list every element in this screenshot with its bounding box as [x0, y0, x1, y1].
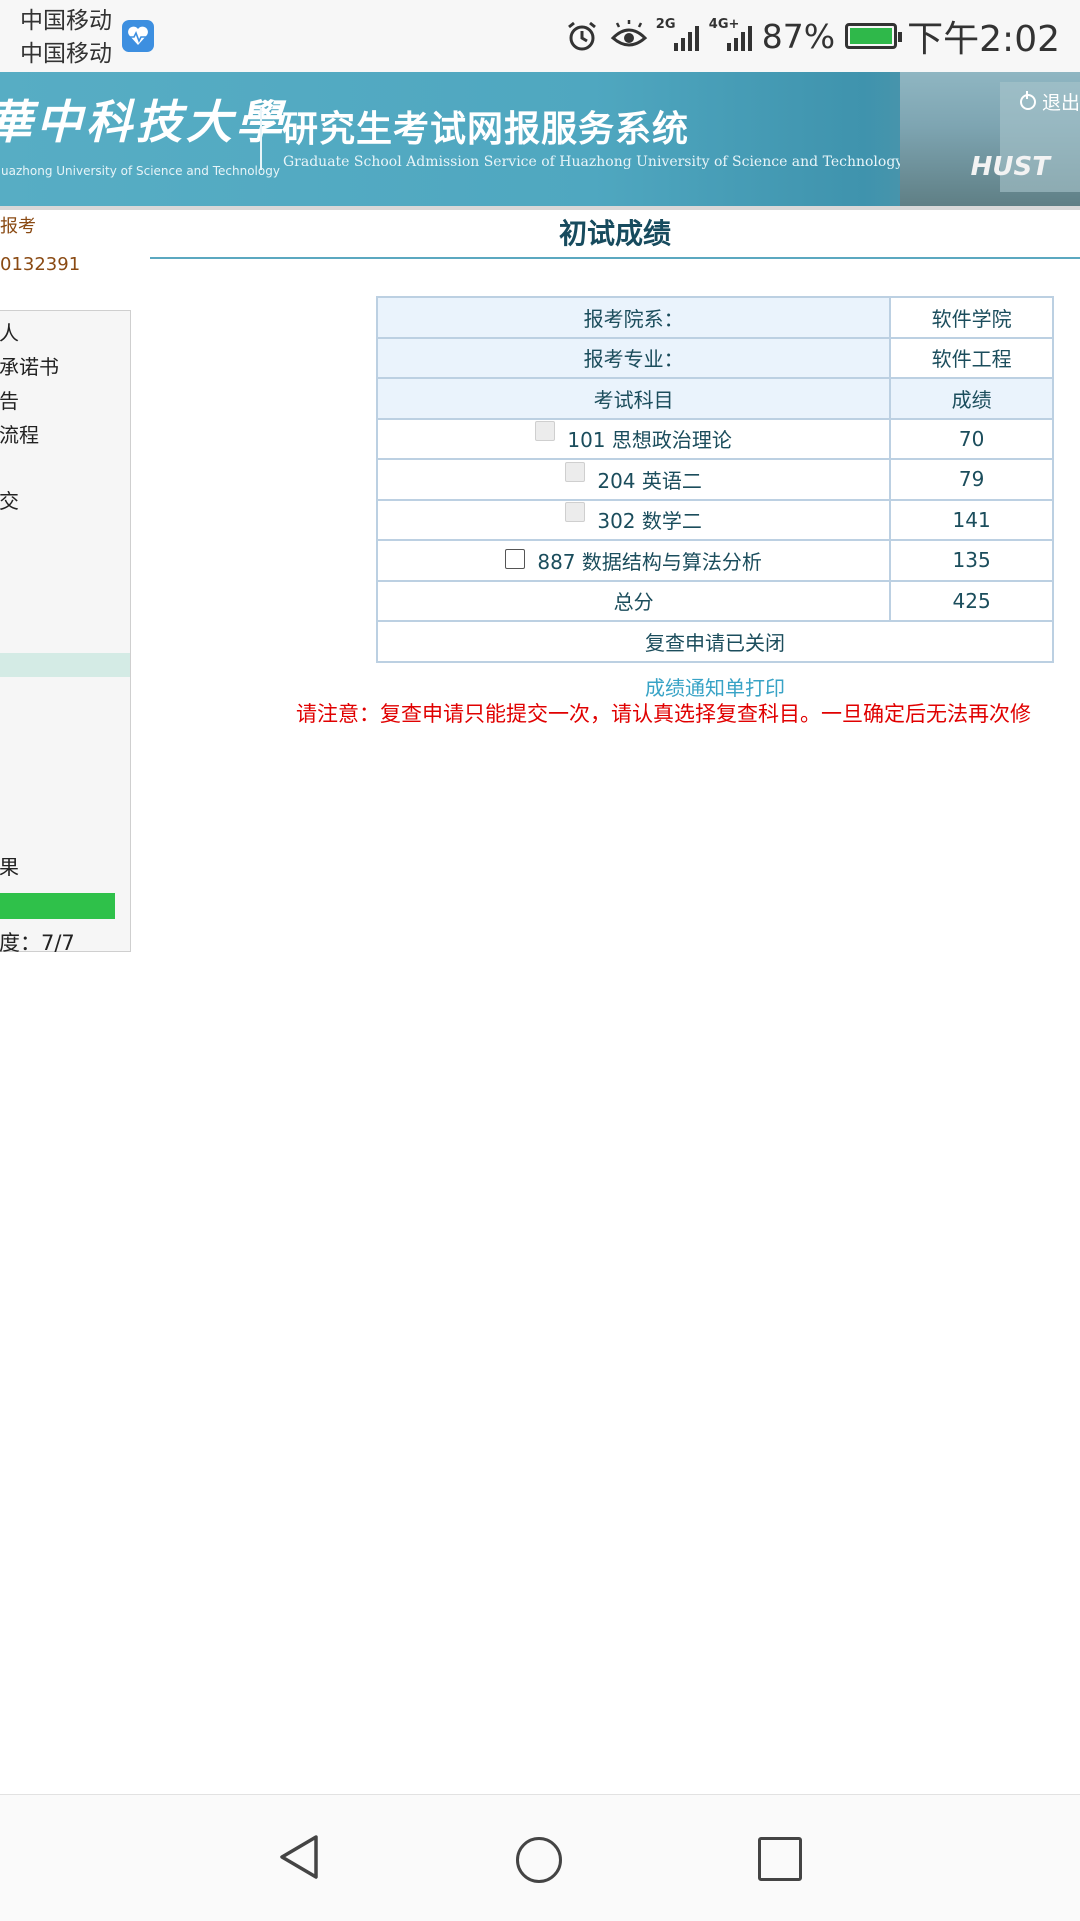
logout-button[interactable]: 退出: [1019, 88, 1080, 115]
review-checkbox-disabled: [535, 421, 556, 442]
battery-percent: 87%: [761, 16, 836, 56]
header-banner: 華中科技大學 Huazhong University of Science an…: [0, 72, 1080, 206]
table-row: 报考专业： 软件工程: [375, 336, 1054, 379]
signal-icon-2: 4G+: [709, 17, 752, 51]
score-table: 报考院系： 软件学院 报考专业： 软件工程 考试科目 成绩 101 思想政治理论…: [375, 296, 1054, 663]
review-checkbox[interactable]: [505, 548, 526, 569]
candidate-number: 0132391: [0, 254, 81, 275]
title-rule: [150, 257, 1080, 259]
dept-value: 软件学院: [889, 296, 1054, 339]
sidebar-item-active[interactable]: [0, 653, 130, 677]
home-icon[interactable]: [516, 1837, 562, 1883]
review-status-row: 复查申请已关闭: [376, 620, 1054, 663]
major-value: 软件工程: [889, 336, 1054, 379]
sidebar-item-5[interactable]: 交: [0, 485, 19, 514]
sidebar-item-1[interactable]: 人: [0, 317, 19, 346]
print-score-notice-link[interactable]: 成绩通知单打印: [376, 672, 1054, 701]
banner-divider: [260, 108, 262, 170]
table-row: 204 英语二 79: [375, 458, 1054, 501]
progress-label: 度：7/7: [0, 931, 75, 955]
table-row: 887 数据结构与算法分析 135: [375, 539, 1054, 582]
col-subject-header: 考试科目: [375, 377, 892, 420]
recent-apps-icon[interactable]: [758, 1837, 802, 1881]
clock: 下午2:02: [907, 19, 1060, 60]
progress-bar: [0, 893, 115, 919]
system-title: 研究生考试网报服务系统: [282, 108, 690, 150]
university-logo-text: 華中科技大學: [0, 95, 286, 149]
sidebar-item-result[interactable]: 果: [0, 851, 19, 880]
subject-name: 101 思想政治理论: [567, 428, 732, 453]
review-notice: 请注意：复查申请只能提交一次，请认真选择复查科目。一旦确定后无法再次修: [296, 702, 1031, 726]
review-checkbox-disabled: [565, 461, 586, 482]
battery-icon: [845, 23, 903, 49]
sidebar-menu: 人 承诺书 告 流程 交 果 度：7/7: [0, 310, 131, 955]
subject-name: 887 数据结构与算法分析: [537, 549, 762, 574]
subject-name: 302 数学二: [597, 509, 702, 534]
total-row: 总分 425: [375, 579, 1054, 622]
score-cell: 135: [889, 539, 1054, 582]
carrier-label-1: 中国移动: [20, 8, 112, 34]
page-title: 初试成绩: [558, 217, 671, 250]
university-english-name: Huazhong University of Science and Techn…: [0, 164, 280, 178]
table-row: 101 思想政治理论 70: [375, 417, 1054, 460]
back-icon[interactable]: [276, 1833, 324, 1881]
total-value: 425: [889, 579, 1054, 622]
subject-cell: 204 英语二: [375, 458, 892, 501]
alarm-icon: [564, 18, 600, 54]
system-nav-bar: [0, 1794, 1080, 1921]
power-icon: [1019, 90, 1036, 110]
sidebar-apply-label: 报考: [0, 216, 36, 237]
col-score-header: 成绩: [889, 377, 1054, 420]
review-checkbox-disabled: [565, 502, 586, 523]
subject-cell: 101 思想政治理论: [375, 417, 892, 460]
score-cell: 141: [889, 498, 1054, 541]
review-status: 复查申请已关闭: [376, 620, 1054, 663]
banner-bottom-rule: [0, 206, 1080, 210]
system-english-title: Graduate School Admission Service of Hua…: [283, 154, 904, 170]
score-cell: 79: [889, 458, 1054, 501]
health-app-icon: [122, 20, 154, 52]
hust-logo-mark: HUST: [970, 152, 1050, 182]
sidebar-item-3[interactable]: 告: [0, 385, 19, 414]
eye-comfort-icon: [610, 18, 647, 54]
logout-label: 退出: [1041, 92, 1080, 114]
table-row: 302 数学二 141: [375, 498, 1054, 541]
score-cell: 70: [889, 417, 1054, 460]
table-header-row: 考试科目 成绩: [375, 377, 1054, 420]
subject-cell: 887 数据结构与算法分析: [375, 539, 892, 582]
subject-cell: 302 数学二: [375, 498, 892, 541]
status-bar: 中国移动 中国移动 2G 4G+ 87% 下午2:02: [0, 0, 1080, 72]
signal-type-2: 4G+: [708, 17, 740, 32]
subject-name: 204 英语二: [597, 468, 702, 493]
signal-type-1: 2G: [655, 17, 676, 32]
table-row: 报考院系： 软件学院: [375, 296, 1054, 339]
sidebar-item-2[interactable]: 承诺书: [0, 351, 59, 380]
signal-icon-1: 2G: [656, 17, 699, 51]
total-label: 总分: [375, 579, 892, 622]
major-label: 报考专业：: [375, 336, 892, 379]
dept-label: 报考院系：: [375, 296, 892, 339]
carrier-label-2: 中国移动: [20, 41, 112, 67]
sidebar-item-4[interactable]: 流程: [0, 419, 39, 448]
